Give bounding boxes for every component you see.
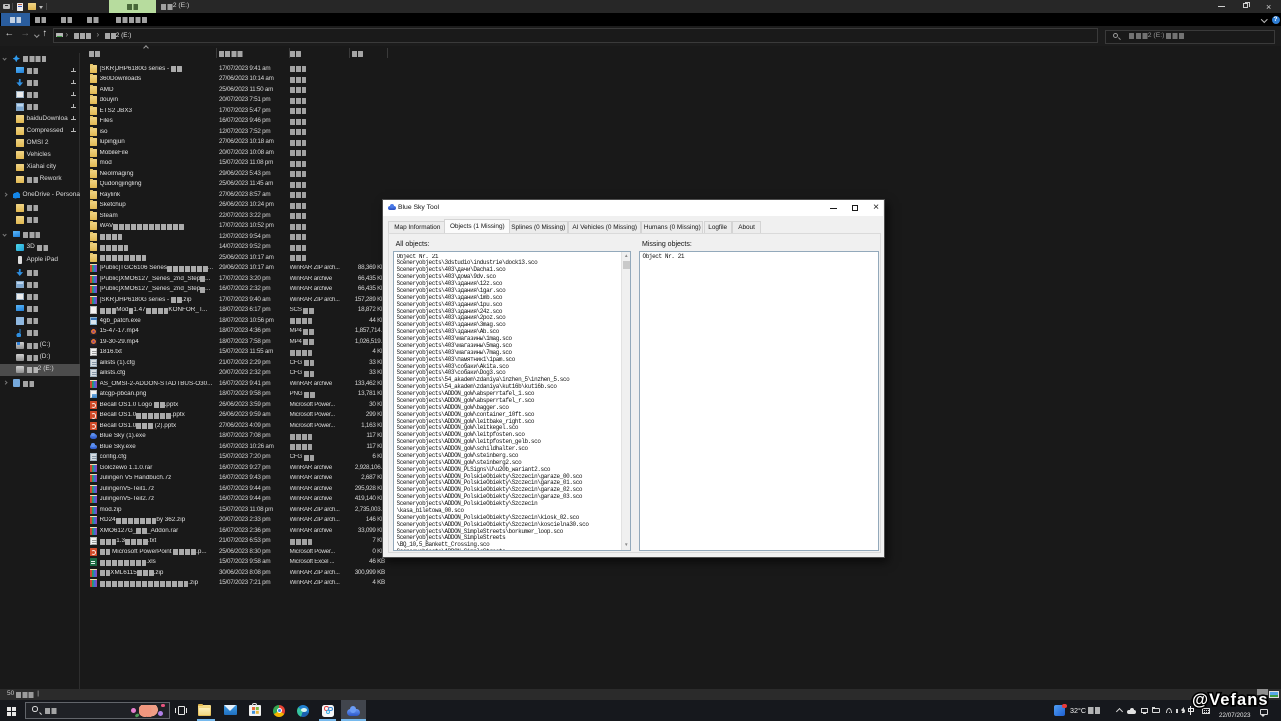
svg-text:@Vefans: @Vefans (1192, 691, 1268, 709)
